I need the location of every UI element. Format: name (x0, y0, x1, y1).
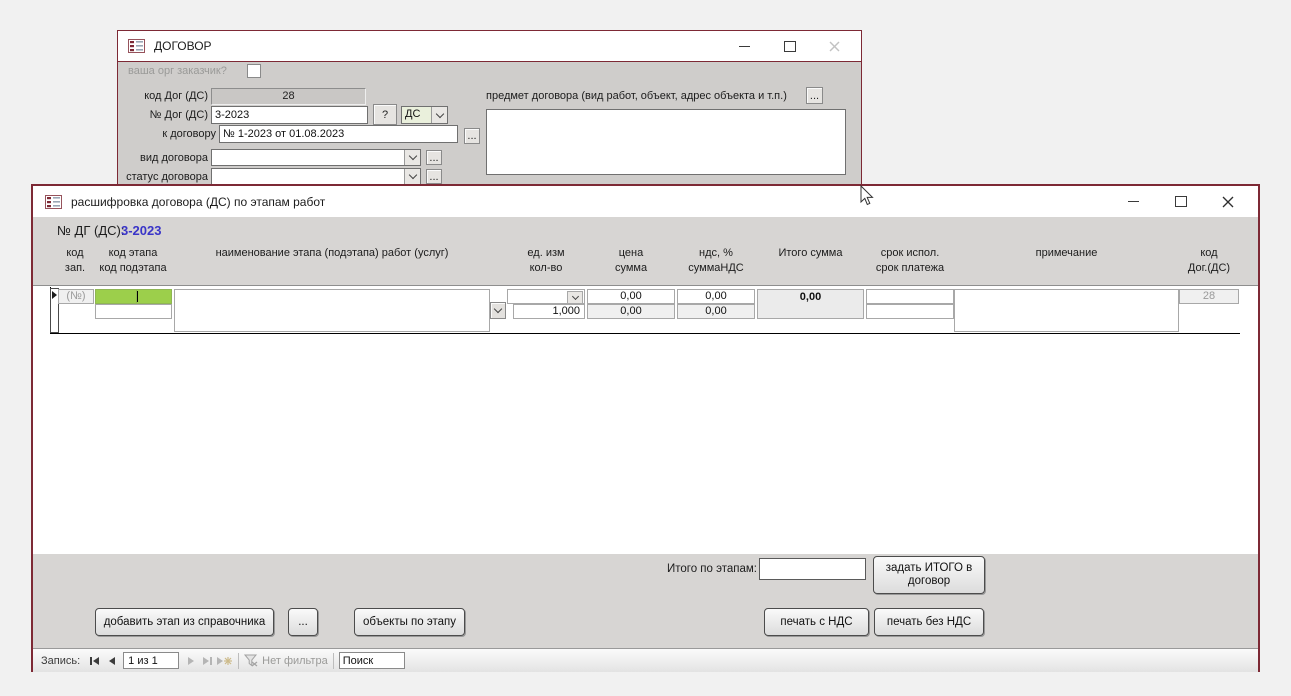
access-form-icon (45, 195, 62, 209)
substage-code-cell[interactable] (95, 304, 172, 319)
minimize-icon[interactable] (1127, 195, 1140, 208)
stage-name-cell[interactable] (174, 289, 490, 332)
maximize-icon[interactable] (1174, 195, 1187, 208)
contract-code-field: 28 (211, 88, 366, 105)
record-position: 1 из 1 (123, 652, 179, 669)
amount-cell[interactable]: 0,00 (587, 304, 675, 319)
unit-dropdown-icon[interactable] (567, 291, 583, 304)
minimize-icon[interactable] (738, 40, 751, 53)
subject-browse-button[interactable]: ... (806, 87, 823, 104)
term-pay-cell[interactable] (866, 304, 954, 319)
first-record-button[interactable] (86, 652, 103, 669)
contract-kind-value (212, 150, 218, 165)
close-icon[interactable] (1221, 195, 1234, 208)
close-icon[interactable] (828, 40, 841, 53)
previous-record-button[interactable] (103, 652, 120, 669)
doc-num-value: 3-2023 (121, 223, 161, 238)
navbar-separator (333, 653, 334, 669)
last-record-button[interactable] (199, 652, 216, 669)
record-label: Запись: (41, 655, 80, 667)
stages-total-input[interactable] (759, 558, 866, 580)
contract-status-label: статус договора (120, 171, 208, 183)
chevron-down-icon[interactable] (431, 107, 447, 123)
to-contract-browse-button[interactable]: ... (464, 128, 480, 144)
current-record-arrow-icon (52, 291, 57, 299)
contract-num-input[interactable] (211, 106, 368, 124)
stages-titlebar[interactable]: расшифровка договора (ДС) по этапам рабо… (33, 186, 1258, 218)
col-header-note: примечание (954, 246, 1179, 261)
set-total-button[interactable]: задать ИТОГО в договор (873, 556, 985, 594)
subject-textarea[interactable] (486, 109, 846, 175)
qty-cell[interactable]: 1,000 (513, 304, 585, 319)
rec-id-cell: (№) (58, 289, 94, 304)
contract-window-title: ДОГОВОР (154, 39, 212, 53)
access-form-icon (128, 39, 145, 53)
stages-total-label: Итого по этапам: (627, 563, 757, 575)
price-cell[interactable]: 0,00 (587, 289, 675, 304)
text-caret (137, 291, 138, 302)
contract-kind-browse-button[interactable]: ... (426, 150, 442, 165)
contract-num-label: № Дог (ДС) (128, 109, 208, 121)
note-cell[interactable] (954, 289, 1179, 332)
vat-percent-cell[interactable]: 0,00 (677, 289, 755, 304)
contract-type-value: ДС (402, 107, 423, 123)
stage-code-cell[interactable] (95, 289, 137, 304)
record-navigation-bar: Запись: 1 из 1 Нет фильтра (33, 648, 1258, 672)
contract-kind-label: вид договора (128, 152, 208, 164)
new-record-button[interactable] (216, 652, 233, 669)
col-header-vat: ндс, %суммаНДС (677, 246, 755, 276)
contract-code-cell: 28 (1179, 289, 1239, 304)
contract-kind-combo[interactable] (211, 149, 421, 166)
chevron-down-icon[interactable] (404, 150, 420, 165)
stage-code-cell-2[interactable] (136, 289, 172, 304)
col-header-unit: ед. измкол-во (507, 246, 585, 276)
stage-name-dropdown-icon[interactable] (490, 302, 506, 319)
detail-border-line (50, 333, 1240, 334)
org-customer-label: ваша орг заказчик? (128, 65, 227, 77)
contract-status-browse-button[interactable]: ... (426, 169, 442, 184)
help-button[interactable]: ? (373, 104, 397, 125)
org-customer-checkbox[interactable] (247, 64, 261, 78)
stages-window: расшифровка договора (ДС) по этапам рабо… (31, 184, 1260, 672)
chevron-down-icon[interactable] (404, 169, 420, 184)
mouse-cursor (860, 185, 876, 207)
desktop: ДОГОВОР ваша орг заказчик? код Дог (ДС) … (0, 0, 1291, 696)
objects-by-stage-button[interactable]: объекты по этапу (354, 608, 465, 636)
contract-status-combo[interactable] (211, 168, 421, 185)
subject-label: предмет договора (вид работ, объект, адр… (486, 90, 787, 102)
contract-titlebar[interactable]: ДОГОВОР (118, 31, 861, 62)
unit-cell[interactable] (507, 289, 585, 304)
col-header-stage-code: код этапакод подэтапа (88, 246, 178, 276)
vat-amount-cell[interactable]: 0,00 (677, 304, 755, 319)
to-contract-input[interactable] (219, 125, 458, 143)
term-exec-cell[interactable] (866, 289, 954, 304)
add-stage-browse-button[interactable]: ... (288, 608, 318, 636)
maximize-icon[interactable] (783, 40, 796, 53)
to-contract-label: к договору (128, 128, 216, 140)
search-input[interactable] (339, 652, 405, 669)
col-header-contract-code: кодДог.(ДС) (1179, 246, 1239, 276)
stages-window-title: расшифровка договора (ДС) по этапам рабо… (71, 195, 325, 209)
next-record-button[interactable] (182, 652, 199, 669)
contract-status-value (212, 169, 218, 184)
col-header-price: ценасумма (587, 246, 675, 276)
print-without-vat-button[interactable]: печать без НДС (874, 608, 984, 636)
filter-icon (244, 654, 258, 667)
add-stage-button[interactable]: добавить этап из справочника (95, 608, 274, 636)
col-header-term: срок испол.срок платежа (860, 246, 960, 276)
contract-window: ДОГОВОР ваша орг заказчик? код Дог (ДС) … (117, 30, 862, 188)
print-with-vat-button[interactable]: печать с НДС (764, 608, 869, 636)
contract-code-label: код Дог (ДС) (128, 90, 208, 102)
col-header-name: наименование этапа (подэтапа) работ (усл… (174, 246, 490, 261)
total-cell: 0,00 (757, 289, 864, 319)
col-header-total: Итого сумма (757, 246, 864, 261)
no-filter-label: Нет фильтра (262, 655, 328, 667)
new-record-star-icon (224, 657, 232, 665)
contract-type-combo[interactable]: ДС (401, 106, 448, 124)
navbar-separator (238, 653, 239, 669)
doc-num-label: № ДГ (ДС): (57, 223, 124, 238)
